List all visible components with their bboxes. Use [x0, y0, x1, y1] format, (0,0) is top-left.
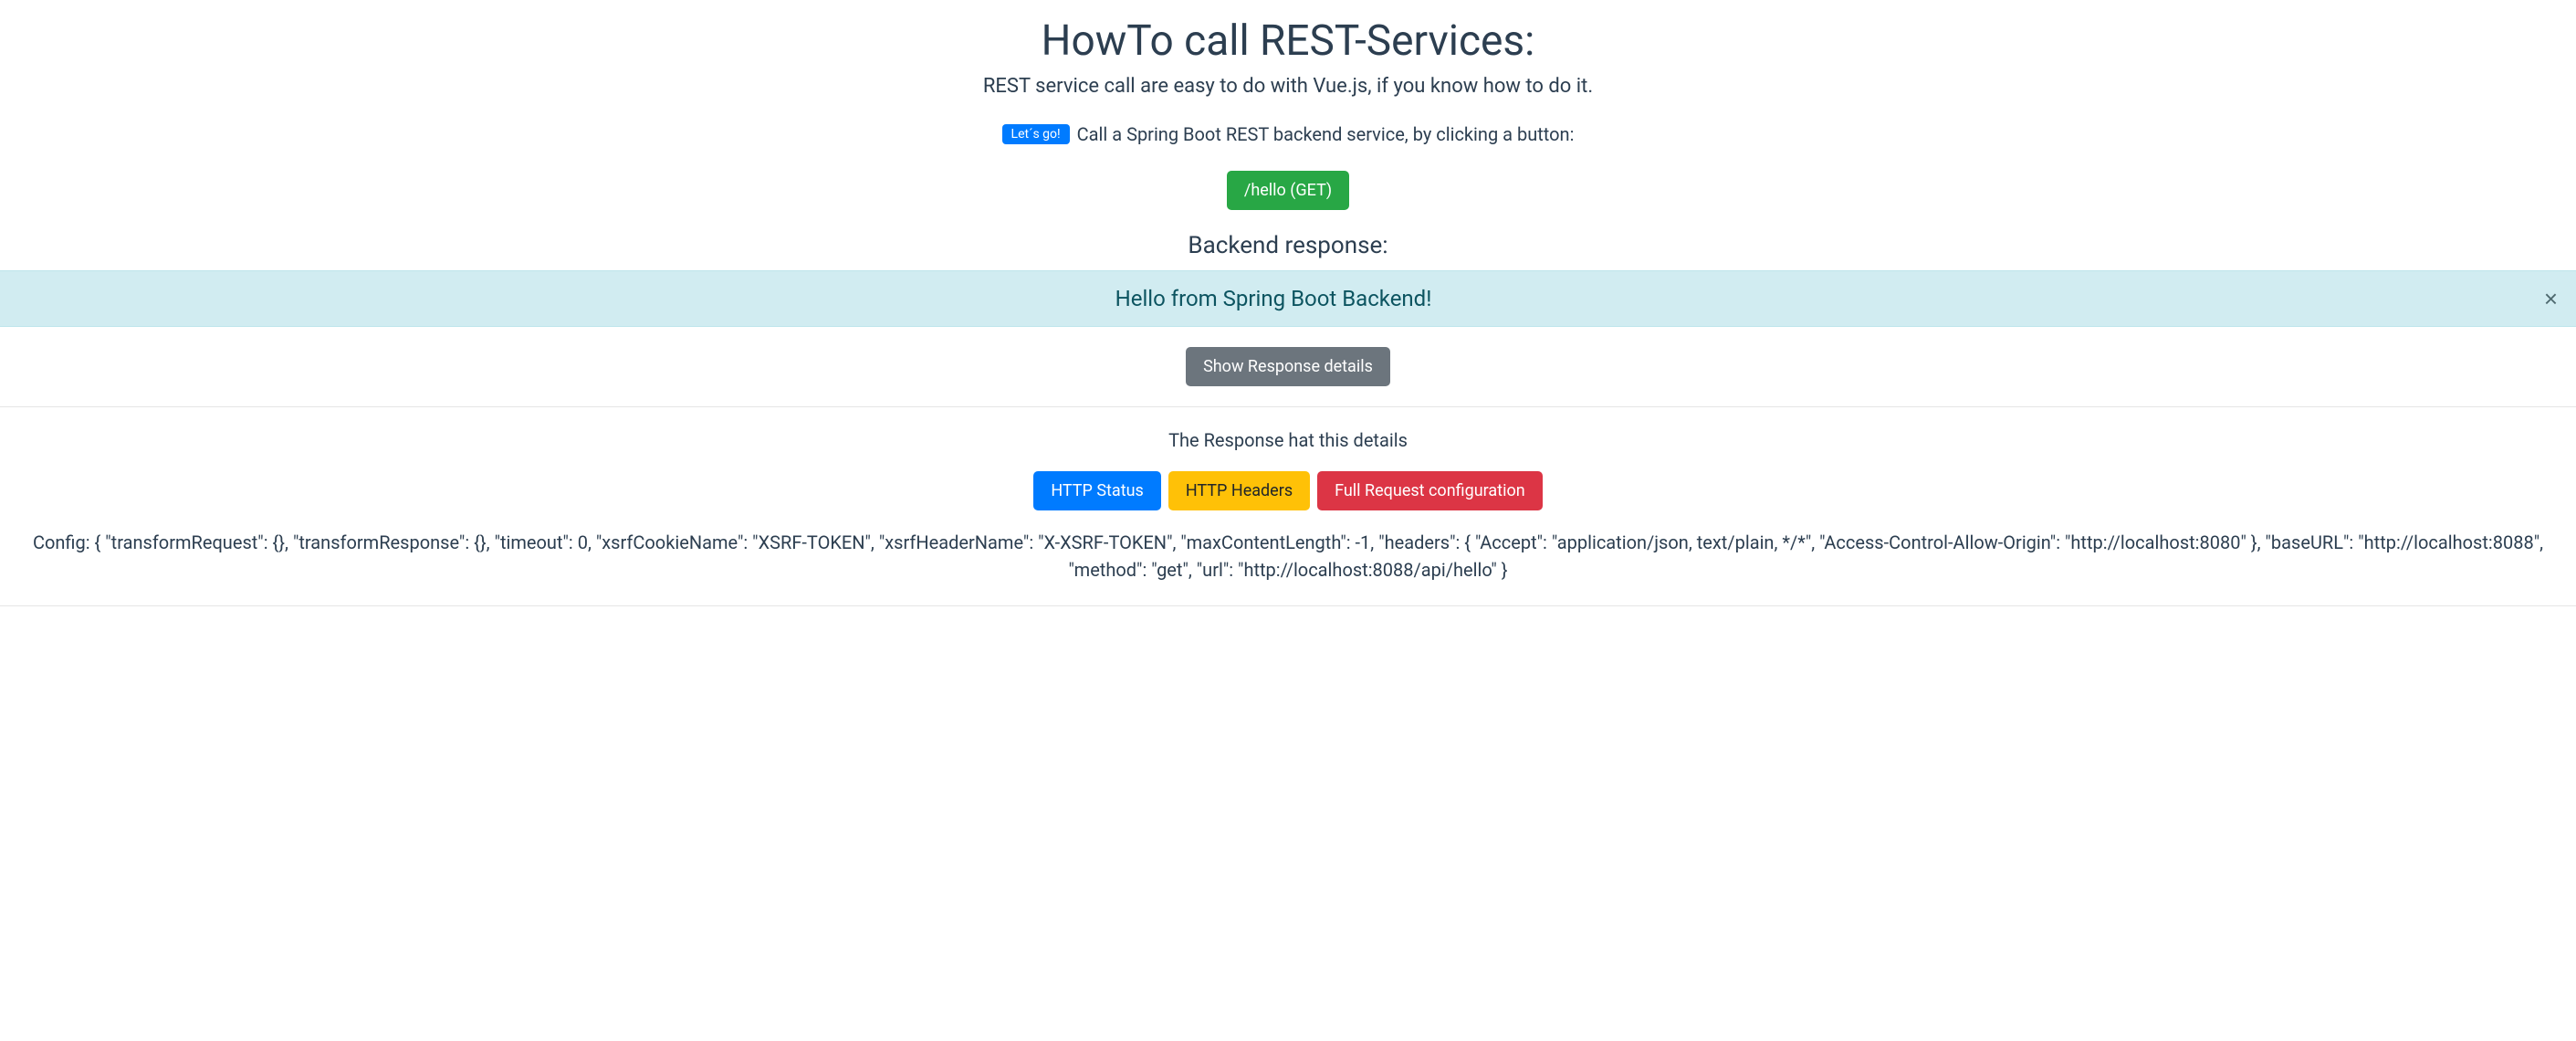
- http-status-button[interactable]: HTTP Status: [1033, 471, 1161, 510]
- page-title: HowTo call REST-Services:: [0, 16, 2576, 66]
- response-message: Hello from Spring Boot Backend!: [1115, 286, 1432, 311]
- main-container: HowTo call REST-Services: REST service c…: [0, 0, 2576, 606]
- http-headers-button[interactable]: HTTP Headers: [1168, 471, 1310, 510]
- details-tab-group: HTTP Status HTTP Headers Full Request co…: [0, 471, 2576, 510]
- config-output: Config: { "transformRequest": {}, "trans…: [0, 529, 2576, 584]
- backend-response-heading: Backend response:: [0, 232, 2576, 259]
- cta-line: Let´s go! Call a Spring Boot REST backen…: [0, 123, 2576, 145]
- full-request-config-button[interactable]: Full Request configuration: [1317, 471, 1543, 510]
- divider-bottom: [0, 605, 2576, 606]
- response-alert: Hello from Spring Boot Backend! ×: [0, 270, 2576, 327]
- hello-get-button[interactable]: /hello (GET): [1227, 171, 1349, 210]
- show-response-details-button[interactable]: Show Response details: [1186, 347, 1390, 386]
- divider: [0, 406, 2576, 407]
- details-caption: The Response hat this details: [0, 429, 2576, 451]
- page-subtitle: REST service call are easy to do with Vu…: [0, 75, 2576, 98]
- lets-go-badge: Let´s go!: [1002, 124, 1070, 144]
- cta-text: Call a Spring Boot REST backend service,…: [1077, 123, 1575, 145]
- details-toggle-wrap: Show Response details: [0, 347, 2576, 386]
- close-icon[interactable]: ×: [2544, 287, 2558, 310]
